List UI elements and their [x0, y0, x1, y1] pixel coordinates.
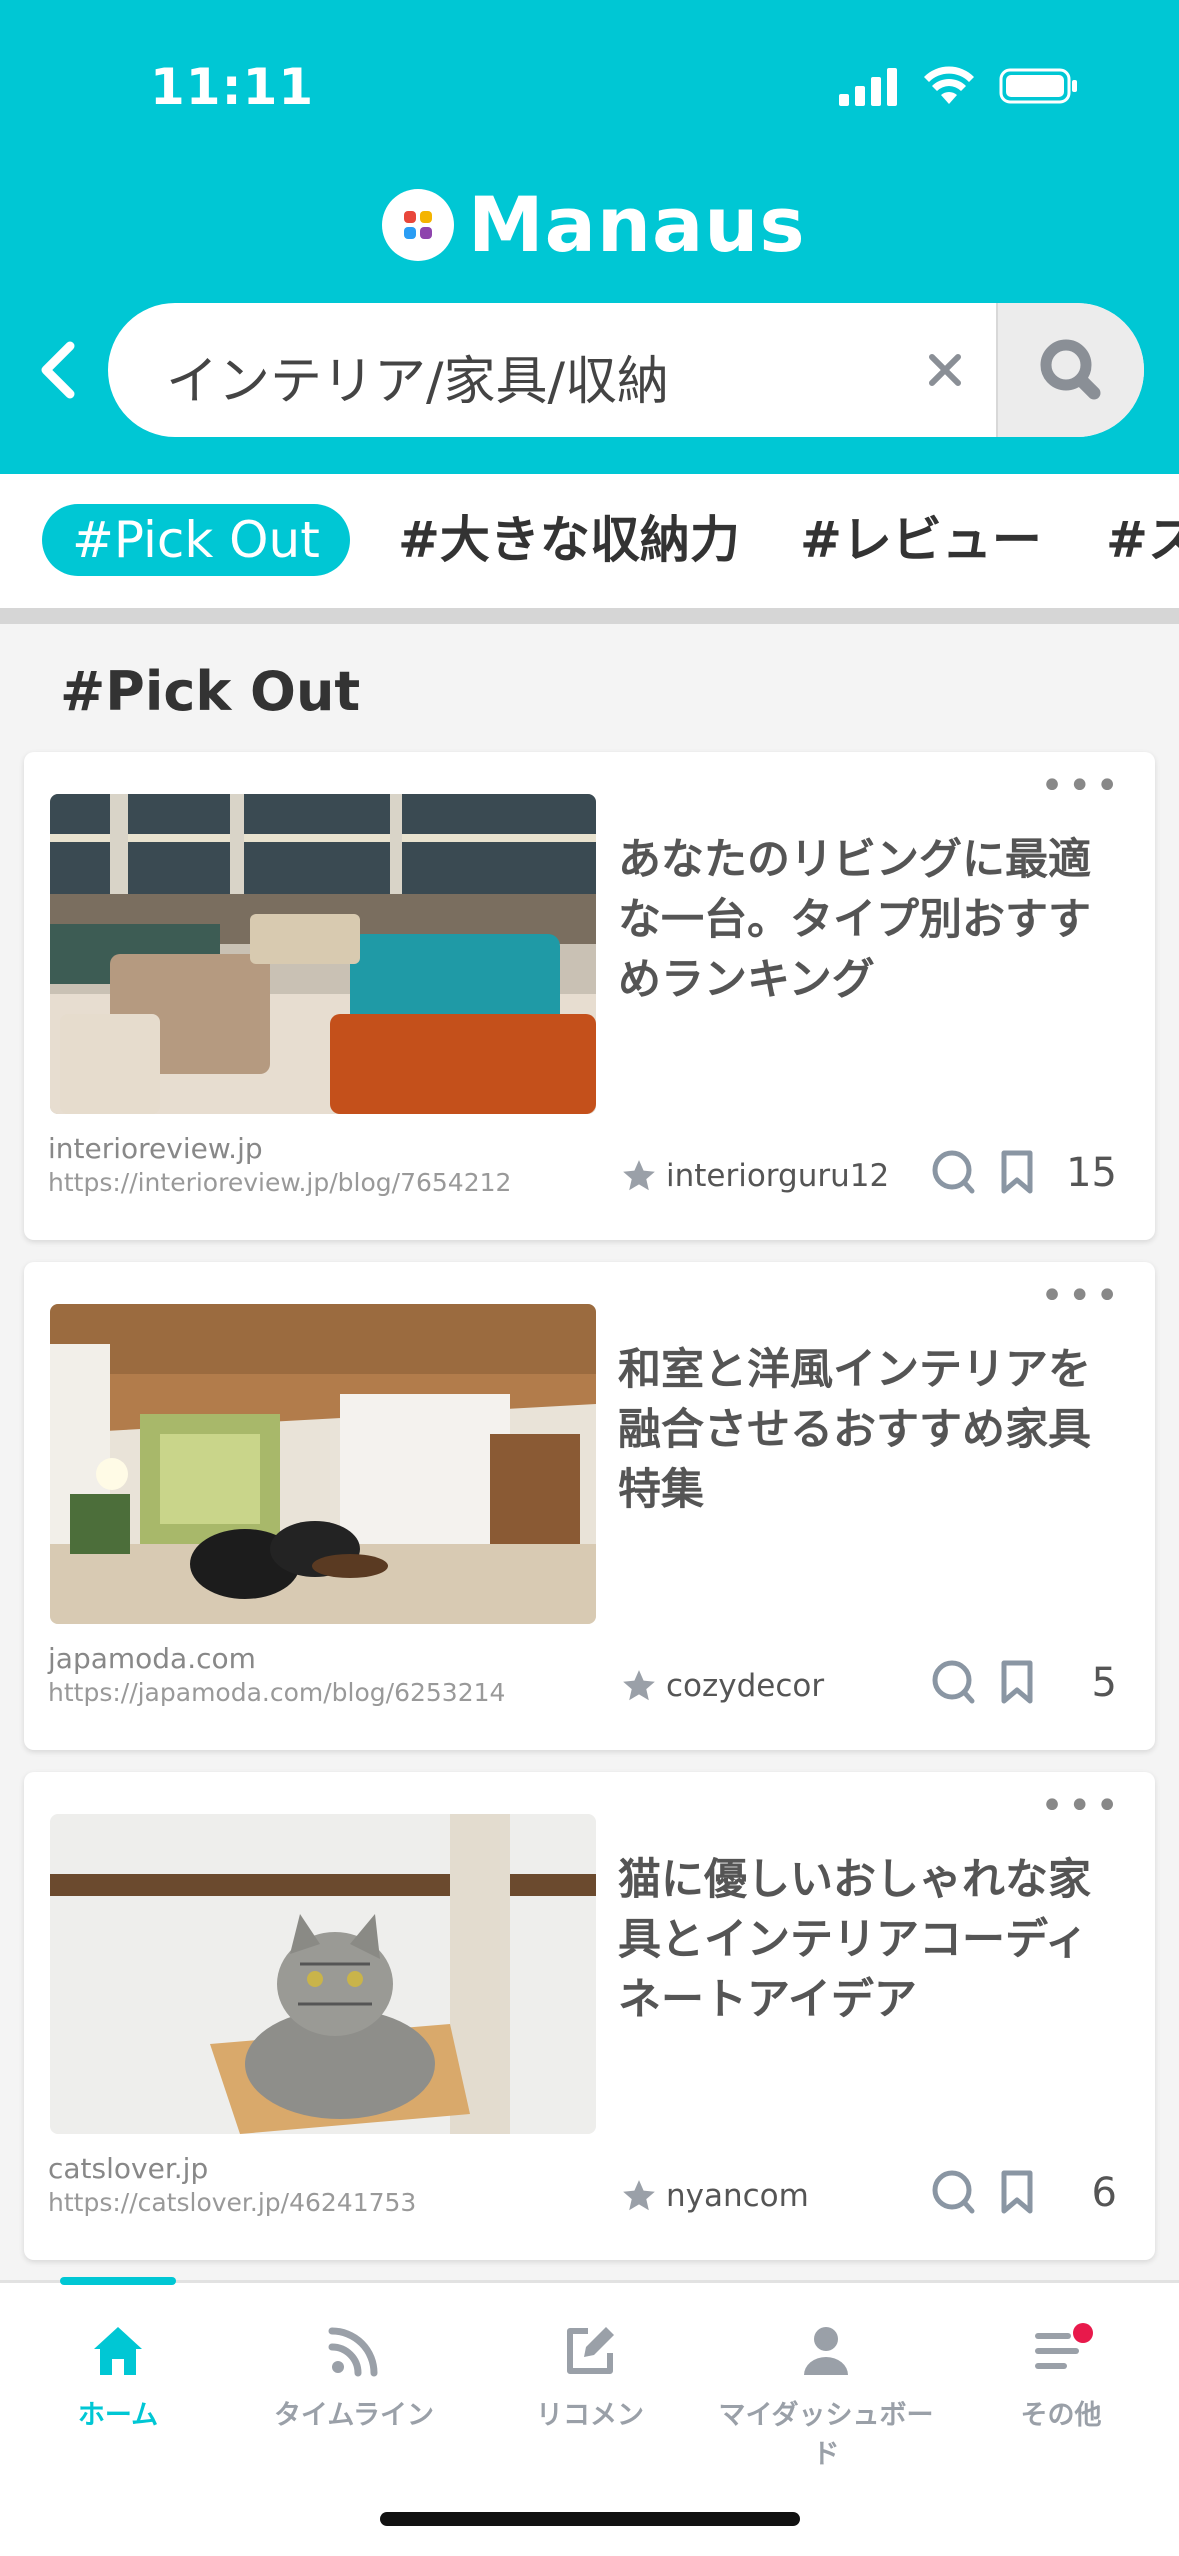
article-card[interactable]: ••• 和室と洋風インテリアを融合させるおすすめ家具特集 japamoda.co… — [24, 1262, 1155, 1750]
comment-icon[interactable] — [928, 1657, 978, 1707]
divider — [0, 608, 1179, 624]
tag-large-storage[interactable]: #大きな収納力 — [398, 504, 740, 576]
edit-icon — [558, 2319, 622, 2383]
article-user[interactable]: cozydecor — [620, 1667, 824, 1705]
article-url: https://japamoda.com/blog/6253214 — [48, 1678, 506, 1707]
article-title[interactable]: 和室と洋風インテリアを融合させるおすすめ家具特集 — [618, 1340, 1128, 1520]
close-icon — [929, 354, 961, 386]
tag-bar: #Pick Out #大きな収納力 #レビュー #ス — [0, 474, 1179, 608]
logo-text: Manaus — [468, 180, 806, 269]
article-domain: interioreview.jp — [48, 1132, 263, 1165]
star-icon — [623, 1670, 655, 1701]
more-options-icon[interactable]: ••• — [1040, 1786, 1123, 1826]
chevron-left-icon — [41, 341, 75, 399]
search-input[interactable]: インテリア/家具/収納 — [166, 339, 669, 414]
article-title[interactable]: あなたのリビングに最適な一台。タイプ別おすすめランキング — [618, 830, 1128, 1010]
status-time: 11:11 — [150, 58, 315, 116]
username: nyancom — [666, 2178, 809, 2214]
article-card[interactable]: ••• あなたのリビングに最適な一台。タイプ別おすすめランキング interio… — [24, 752, 1155, 1240]
bookmark-count: 15 — [1066, 1150, 1117, 1196]
wifi-icon — [924, 66, 974, 104]
article-actions — [928, 2167, 1042, 2217]
app-header: 11:11 Manaus インテリア/家具/収納 — [0, 0, 1179, 474]
nav-home[interactable]: ホーム — [0, 2319, 236, 2432]
tag-more[interactable]: #ス — [1106, 504, 1179, 576]
article-title[interactable]: 猫に優しいおしゃれな家具とインテリアコーディネートアイデア — [618, 1850, 1128, 2030]
status-icons — [839, 66, 1079, 106]
nav-label: ホーム — [77, 2400, 159, 2431]
article-url: https://catslover.jp/46241753 — [48, 2188, 417, 2217]
active-tab-indicator — [60, 2277, 176, 2285]
star-icon — [623, 1160, 655, 1191]
nav-dashboard[interactable]: マイダッシュボード — [708, 2319, 944, 2471]
signal-icon — [839, 68, 897, 106]
username: interiorguru12 — [666, 1158, 890, 1194]
back-button[interactable] — [30, 340, 90, 400]
nav-timeline[interactable]: タイムライン — [236, 2319, 472, 2432]
article-domain: catslover.jp — [48, 2152, 209, 2185]
more-options-icon[interactable]: ••• — [1040, 766, 1123, 806]
logo-mark-icon — [382, 188, 454, 261]
clear-search-button[interactable] — [918, 343, 972, 397]
home-icon — [86, 2319, 150, 2383]
nav-recommend[interactable]: リコメン — [472, 2319, 708, 2432]
search-bar[interactable]: インテリア/家具/収納 — [108, 303, 1144, 437]
bookmark-icon[interactable] — [992, 2167, 1042, 2217]
article-user[interactable]: interiorguru12 — [620, 1157, 889, 1195]
nav-label: タイムライン — [273, 2400, 435, 2431]
bookmark-icon[interactable] — [992, 1147, 1042, 1197]
tag-review[interactable]: #レビュー — [800, 504, 1042, 576]
article-user[interactable]: nyancom — [620, 2177, 809, 2215]
nav-label: マイダッシュボード — [718, 2400, 934, 2470]
user-icon — [794, 2319, 858, 2383]
username: cozydecor — [666, 1668, 825, 1704]
article-thumbnail[interactable] — [50, 1814, 596, 2134]
nav-other[interactable]: その他 — [943, 2319, 1179, 2432]
more-options-icon[interactable]: ••• — [1040, 1276, 1123, 1316]
article-actions — [928, 1147, 1042, 1197]
bookmark-count: 5 — [1091, 1660, 1117, 1706]
article-card[interactable]: ••• 猫に優しいおしゃれな家具とインテリアコーディネートアイデア catslo… — [24, 1772, 1155, 2260]
home-indicator — [380, 2512, 800, 2526]
bookmark-icon[interactable] — [992, 1657, 1042, 1707]
nav-label: その他 — [1020, 2400, 1102, 2431]
section-title: #Pick Out — [60, 660, 361, 723]
search-icon — [1040, 339, 1101, 400]
nav-label: リコメン — [536, 2400, 644, 2431]
menu-icon — [1029, 2319, 1093, 2383]
star-icon — [623, 2180, 655, 2211]
battery-icon — [999, 68, 1077, 104]
article-domain: japamoda.com — [48, 1642, 256, 1675]
app-logo: Manaus — [382, 180, 806, 269]
search-button[interactable] — [996, 303, 1144, 437]
article-url: https://interioreview.jp/blog/7654212 — [48, 1168, 512, 1197]
bookmark-count: 6 — [1091, 2170, 1117, 2216]
comment-icon[interactable] — [928, 2167, 978, 2217]
comment-icon[interactable] — [928, 1147, 978, 1197]
article-actions — [928, 1657, 1042, 1707]
article-thumbnail[interactable] — [50, 1304, 596, 1624]
rss-icon — [322, 2319, 386, 2383]
article-thumbnail[interactable] — [50, 794, 596, 1114]
tag-pick-out[interactable]: #Pick Out — [42, 504, 350, 576]
